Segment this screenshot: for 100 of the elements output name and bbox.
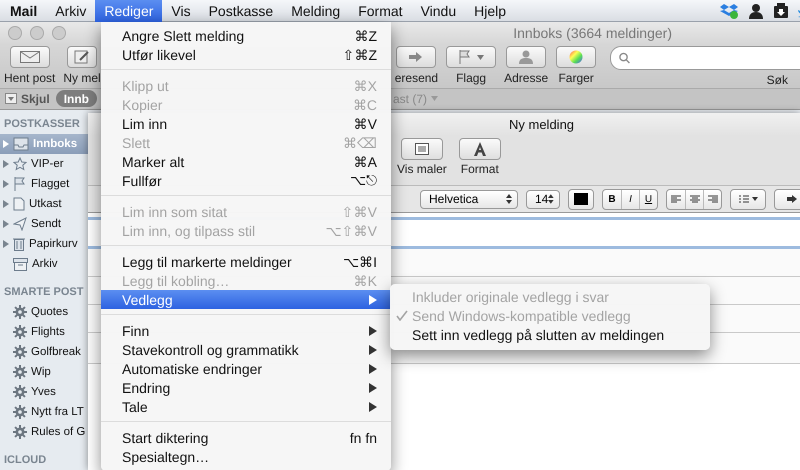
- search-label: Søk: [766, 73, 788, 88]
- document-icon: [13, 197, 25, 211]
- zoom-button[interactable]: [52, 26, 66, 40]
- mailbox-item[interactable]: Quotes: [0, 302, 88, 322]
- disclosure-triangle-icon[interactable]: [2, 160, 10, 168]
- menu-title[interactable]: Hjelp: [465, 0, 516, 22]
- disclosure-triangle-icon[interactable]: [2, 200, 10, 208]
- menu-title[interactable]: Vindu: [412, 0, 466, 22]
- toolbar-label: Ny mel: [63, 71, 101, 86]
- gear-icon: [13, 345, 27, 359]
- mailbox-item[interactable]: Flagget: [0, 174, 88, 194]
- mailbox-item[interactable]: Rules of G: [0, 422, 88, 442]
- mailbox-item[interactable]: Arkiv: [0, 254, 88, 274]
- flag-button[interactable]: [446, 46, 496, 68]
- toolbar-label: Format: [460, 162, 499, 176]
- toolbar-label: Farger: [558, 71, 594, 86]
- gear-icon: [13, 405, 27, 419]
- font-size-popup[interactable]: 14: [526, 190, 560, 208]
- favorite-button[interactable]: Innb: [56, 90, 98, 108]
- font-popup[interactable]: Helvetica: [420, 190, 518, 208]
- menu-item[interactable]: Angre Slett melding ⌘Z: [101, 26, 391, 45]
- list-icon: [738, 194, 748, 204]
- align-button[interactable]: [703, 190, 721, 208]
- mailbox-item[interactable]: Yves: [0, 382, 88, 402]
- menu-item[interactable]: Finn: [101, 321, 391, 340]
- mailbox-item[interactable]: Flights: [0, 322, 88, 342]
- archive-box-icon: [13, 258, 28, 270]
- mailbox-item[interactable]: Utkast: [0, 194, 88, 214]
- menu-title[interactable]: Arkiv: [46, 0, 96, 22]
- style-button[interactable]: I: [621, 190, 639, 208]
- envelope-icon: [20, 51, 40, 64]
- inbox-tray-icon: [13, 137, 29, 151]
- toolbar-label: Vis maler: [397, 162, 447, 176]
- indent-popup[interactable]: [774, 188, 800, 210]
- menu-item[interactable]: Marker alt ⌘A: [101, 152, 391, 171]
- font-letter-icon: [472, 142, 487, 156]
- toolbar-button[interactable]: [400, 138, 443, 160]
- list-popup[interactable]: [730, 188, 766, 210]
- arrow-icon: [787, 195, 797, 203]
- align-icon: [708, 194, 718, 204]
- minimize-button[interactable]: [30, 26, 44, 40]
- arrow-icon: [409, 52, 424, 62]
- search-icon: [619, 52, 630, 64]
- menu-item[interactable]: Fullfør ⌥⎋: [101, 171, 391, 190]
- toolbar-button[interactable]: [67, 46, 98, 68]
- align-icon: [690, 194, 700, 204]
- close-button[interactable]: [8, 26, 22, 40]
- star-icon: [13, 157, 27, 171]
- align-button[interactable]: [685, 190, 703, 208]
- disclosure-triangle-icon[interactable]: [2, 220, 10, 228]
- mailbox-item[interactable]: Golfbreak: [0, 342, 88, 362]
- menu-item[interactable]: Endring: [101, 378, 391, 397]
- flag-icon: [458, 50, 471, 64]
- gear-icon: [13, 325, 27, 339]
- style-button[interactable]: U: [639, 190, 657, 208]
- toolbar-button[interactable]: [10, 46, 50, 68]
- gear-icon: [13, 305, 27, 319]
- color-well[interactable]: [568, 188, 594, 210]
- section-header: ICLOUD: [3, 453, 48, 468]
- disclosure-triangle-icon[interactable]: [2, 240, 10, 248]
- hide-button[interactable]: Skjul: [5, 92, 50, 106]
- gear-icon: [13, 425, 27, 439]
- menu-item[interactable]: Automatiske endringer: [101, 359, 391, 378]
- caret-icon: [431, 96, 438, 102]
- menu-title[interactable]: Melding: [282, 0, 350, 22]
- menu-title[interactable]: Mail: [1, 0, 46, 22]
- gear-icon: [13, 385, 27, 399]
- menu-title[interactable]: Rediger: [95, 0, 162, 22]
- trash-icon: [13, 237, 25, 251]
- style-button[interactable]: B: [603, 190, 621, 208]
- toolbar-label: Adresse: [504, 71, 548, 86]
- mailbox-item[interactable]: Wip: [0, 362, 88, 382]
- search-field[interactable]: [610, 46, 800, 70]
- template-icon: [414, 143, 429, 155]
- mailbox-item[interactable]: Papirkurv: [0, 234, 88, 254]
- section-header: POSTKASSER: [3, 117, 81, 132]
- up-down-arrows-icon: [548, 194, 554, 204]
- menu-item[interactable]: Vedlegg: [101, 290, 391, 309]
- person-icon: [519, 50, 534, 64]
- caret-icon: [476, 54, 484, 60]
- hide-icon: [5, 93, 17, 104]
- disclosure-triangle-icon[interactable]: [2, 180, 10, 188]
- menu-item[interactable]: Spesialtegn…: [101, 447, 391, 466]
- mailbox-item[interactable]: VIP-er: [0, 154, 88, 174]
- menu-item[interactable]: Sett inn vedlegg på slutten av meldingen: [390, 325, 710, 344]
- menu-item[interactable]: Utfør likevel ⇧⌘Z: [101, 45, 391, 64]
- box-icon: [720, 2, 738, 18]
- flag-icon: [13, 177, 27, 191]
- mailbox-item[interactable]: Nytt fra LT: [0, 402, 88, 422]
- menu-item[interactable]: Tale: [101, 397, 391, 416]
- window-title: Ny melding: [509, 116, 574, 132]
- mailbox-item[interactable]: Sendt: [0, 214, 88, 234]
- menu-title[interactable]: Vis: [162, 0, 200, 22]
- disclosure-triangle-icon[interactable]: [2, 140, 10, 148]
- toolbar-button[interactable]: [458, 138, 501, 160]
- menu-item[interactable]: Lim inn ⌘V: [101, 114, 391, 133]
- menu-title[interactable]: Postkasse: [200, 0, 282, 22]
- color-wheel-icon: [569, 50, 584, 64]
- menu-item[interactable]: Start diktering fn fn: [101, 428, 391, 447]
- menu-title[interactable]: Format: [349, 0, 412, 22]
